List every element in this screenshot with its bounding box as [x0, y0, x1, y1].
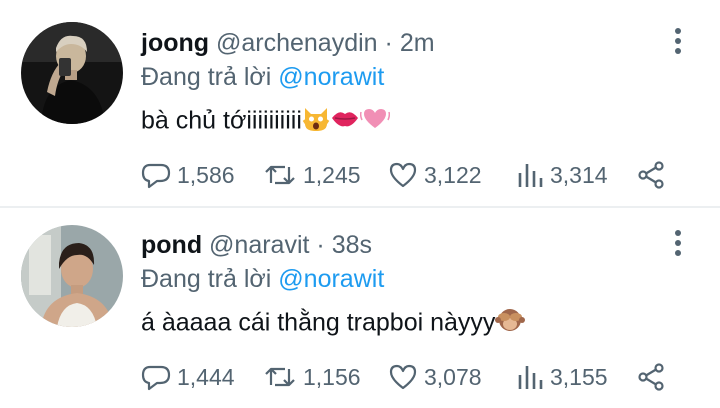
separator: ·: [316, 231, 325, 259]
views-button[interactable]: 3,155: [516, 360, 608, 394]
views-button[interactable]: 3,314: [516, 158, 608, 192]
user-handle[interactable]: @archenaydin: [216, 29, 378, 57]
heart-icon: [389, 162, 417, 188]
display-name[interactable]: joong: [141, 29, 209, 57]
display-name[interactable]: pond: [141, 231, 202, 259]
mention-link[interactable]: @norawit: [278, 265, 384, 293]
beating-heart-icon: [359, 104, 390, 140]
like-button[interactable]: 3,122: [388, 158, 482, 192]
separator: ·: [384, 29, 393, 57]
tweet[interactable]: joong @archenaydin · 2m Đang trả lời @no…: [0, 0, 720, 206]
reply-icon: [141, 365, 171, 391]
heart-icon: [389, 364, 417, 390]
user-handle[interactable]: @naravit: [209, 231, 309, 259]
like-count: 3,078: [424, 363, 482, 390]
retweet-button[interactable]: 1,245: [263, 158, 361, 192]
replying-to: Đang trả lời @norawit: [141, 62, 384, 92]
tweet-text: bà chủ tớiiiiiiiiii: [141, 104, 390, 140]
reply-count: 1,444: [177, 363, 235, 390]
share-icon: [638, 363, 664, 391]
share-button[interactable]: [637, 158, 673, 192]
retweet-count: 1,156: [303, 363, 361, 390]
tweet-header: pond @naravit · 38s: [141, 230, 372, 260]
share-icon: [638, 161, 664, 189]
replying-to: Đang trả lời @norawit: [141, 264, 384, 294]
avatar[interactable]: [21, 22, 123, 124]
retweet-count: 1,245: [303, 161, 361, 188]
timestamp[interactable]: 2m: [400, 29, 435, 57]
retweet-icon: [265, 165, 295, 185]
reply-icon: [141, 163, 171, 189]
share-button[interactable]: [637, 360, 673, 394]
tweet[interactable]: pond @naravit · 38s Đang trả lời @norawi…: [0, 208, 720, 408]
tweet-text-content: bà chủ tớiiiiiiiiii: [141, 106, 302, 135]
retweet-icon: [265, 367, 295, 387]
view-count: 3,155: [550, 363, 608, 390]
avatar[interactable]: [21, 225, 123, 327]
like-count: 3,122: [424, 161, 482, 188]
mention-link[interactable]: @norawit: [278, 63, 384, 91]
reply-count: 1,586: [177, 161, 235, 188]
reply-prefix: Đang trả lời: [141, 63, 272, 91]
analytics-icon: [518, 366, 543, 389]
reply-button[interactable]: 1,586: [141, 158, 235, 192]
reply-prefix: Đang trả lời: [141, 265, 272, 293]
scream-cat-icon: [302, 104, 330, 140]
tweet-text: á àaaaa cái thằng trapboi nàyyy: [141, 306, 526, 342]
tweet-actions: 1,586 1,245 3,122 3,314: [141, 158, 701, 192]
like-button[interactable]: 3,078: [388, 360, 482, 394]
more-options-icon[interactable]: [668, 230, 688, 256]
more-options-icon[interactable]: [668, 28, 688, 54]
tweet-text-content: á àaaaa cái thằng trapboi nàyyy: [141, 308, 496, 337]
tweet-actions: 1,444 1,156 3,078 3,155: [141, 360, 701, 394]
analytics-icon: [518, 164, 543, 187]
tweet-header: joong @archenaydin · 2m: [141, 28, 435, 58]
lips-icon: [330, 104, 360, 140]
reply-button[interactable]: 1,444: [141, 360, 235, 394]
retweet-button[interactable]: 1,156: [263, 360, 361, 394]
view-count: 3,314: [550, 161, 608, 188]
timestamp[interactable]: 38s: [332, 231, 372, 259]
see-no-evil-monkey-icon: [495, 306, 526, 342]
